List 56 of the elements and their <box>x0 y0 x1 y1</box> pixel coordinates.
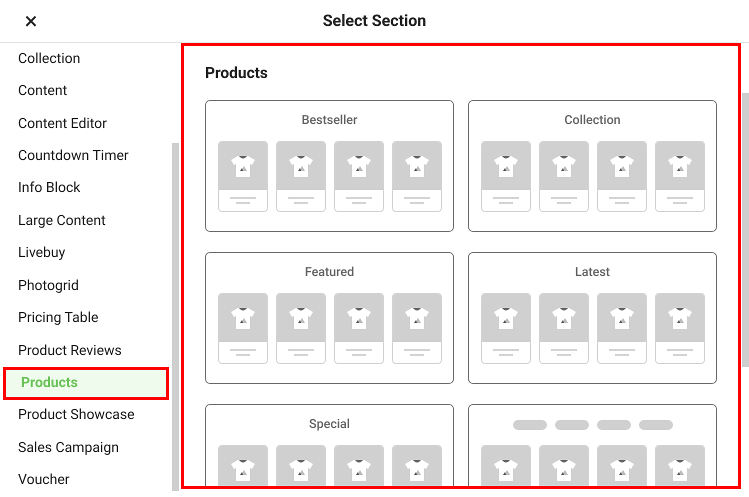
sidebar-item[interactable]: Content Editor <box>0 108 172 140</box>
shirt-icon <box>666 458 692 482</box>
shirt-icon <box>230 154 256 178</box>
sidebar-item[interactable]: Sales Campaign <box>0 432 172 465</box>
layout-title: Collection <box>564 112 621 130</box>
shirt-icon <box>230 458 256 482</box>
tab-placeholder <box>554 420 588 430</box>
layout-card[interactable]: Latest <box>468 252 717 384</box>
shirt-icon <box>550 306 576 330</box>
sidebar-item[interactable]: Info Block <box>0 172 172 206</box>
shirt-icon <box>404 154 430 178</box>
shirt-icon <box>492 306 518 330</box>
shirt-icon <box>346 306 372 330</box>
layout-title: Latest <box>575 264 610 282</box>
sidebar-item[interactable]: Collection <box>0 43 172 76</box>
layout-title: Bestseller <box>302 112 358 130</box>
sidebar-item[interactable]: Pricing Table <box>0 302 172 335</box>
shirt-icon <box>666 154 692 178</box>
shirt-icon <box>666 306 692 330</box>
shirt-icon <box>492 154 518 178</box>
shirt-icon <box>404 458 430 482</box>
section-heading: Products <box>205 63 269 84</box>
sidebar-item[interactable]: Content <box>0 75 172 108</box>
layout-card[interactable]: Special <box>205 404 454 486</box>
shirt-icon <box>608 154 634 178</box>
shirt-icon <box>550 458 576 482</box>
shirt-icon <box>608 306 634 330</box>
sidebar-item[interactable]: Livebuy <box>0 238 172 270</box>
shirt-icon <box>288 306 314 330</box>
sidebar-item[interactable]: Photogrid <box>0 270 172 302</box>
shirt-icon <box>404 306 430 330</box>
sidebar-item[interactable]: Product Reviews <box>0 334 172 368</box>
sidebar-item[interactable]: Product Showcase <box>0 400 172 432</box>
shirt-icon <box>288 458 314 482</box>
layout-card[interactable]: Featured <box>205 252 454 384</box>
scrollbar[interactable] <box>742 93 749 367</box>
shirt-icon <box>288 154 314 178</box>
shirt-icon <box>550 154 576 178</box>
sidebar-item[interactable]: Voucher <box>0 464 172 497</box>
layout-title: Special <box>309 416 350 434</box>
shirt-icon <box>230 306 256 330</box>
scrollbar[interactable] <box>172 143 179 491</box>
tab-placeholder <box>596 420 630 430</box>
layout-title: Featured <box>304 264 354 282</box>
shirt-icon <box>608 458 634 482</box>
close-button[interactable]: × <box>20 10 42 32</box>
shirt-icon <box>346 154 372 178</box>
tab-placeholder <box>638 420 672 430</box>
window-title: Select Section <box>322 10 426 32</box>
shirt-icon <box>346 458 372 482</box>
sidebar-item[interactable]: Large Content <box>0 205 172 238</box>
layout-card[interactable]: Collection <box>468 100 717 232</box>
layout-card[interactable]: Bestseller <box>205 100 454 232</box>
sidebar-item[interactable]: Countdown Timer <box>0 140 172 173</box>
shirt-icon <box>492 458 518 482</box>
tab-placeholder <box>512 420 546 430</box>
